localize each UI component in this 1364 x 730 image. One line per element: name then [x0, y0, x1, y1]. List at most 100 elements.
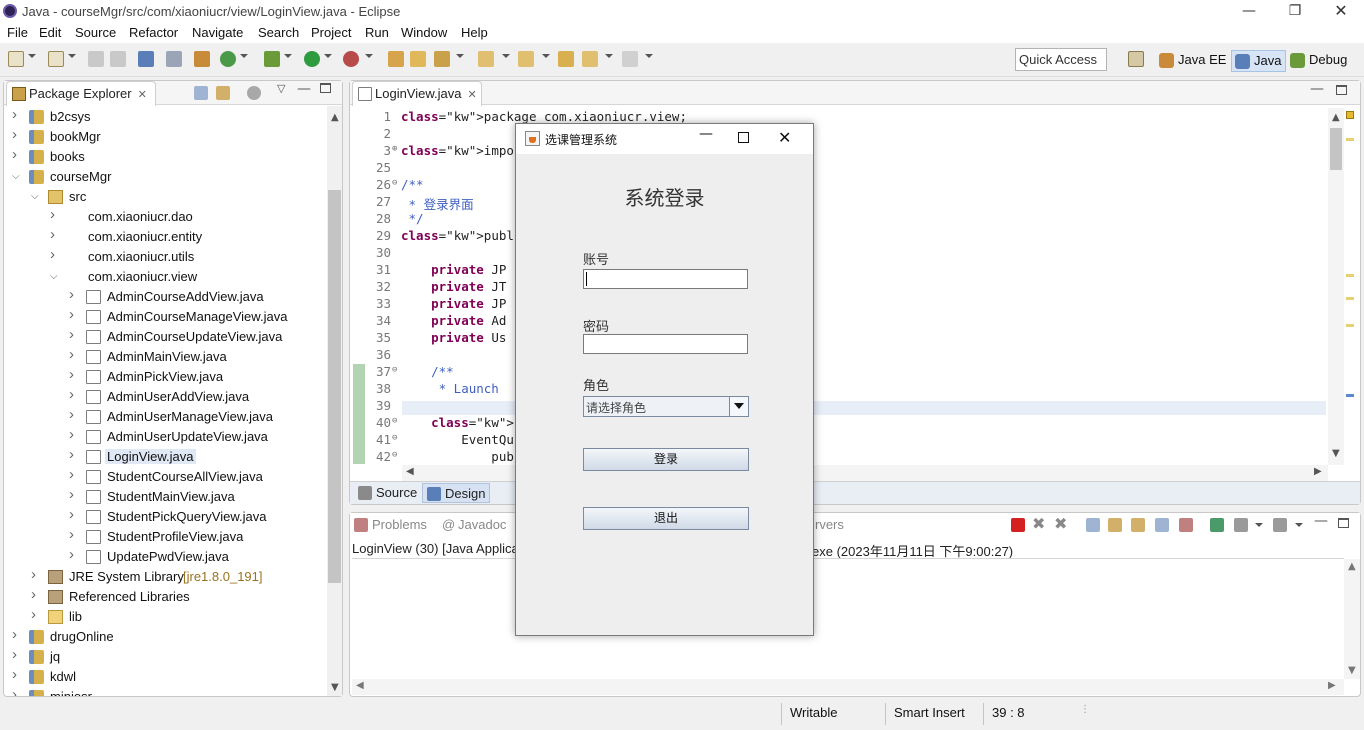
maximize-view-icon[interactable]: [320, 83, 331, 93]
code-line[interactable]: 25: [353, 160, 1328, 177]
fold-toggle-icon[interactable]: ⊖: [392, 178, 397, 188]
clear-console-icon[interactable]: [1086, 518, 1100, 532]
chevron-right-icon[interactable]: ›: [69, 446, 74, 463]
tab-source[interactable]: Source: [356, 485, 417, 500]
overview-marker[interactable]: [1346, 394, 1354, 397]
skip-breakpoints-icon[interactable]: [166, 51, 182, 67]
chevron-down-icon[interactable]: ⌵: [12, 171, 20, 182]
close-window-button[interactable]: ✕: [1318, 0, 1364, 22]
quick-access-input[interactable]: Quick Access: [1015, 48, 1107, 71]
menu-source[interactable]: Source: [75, 25, 116, 40]
perspective-java[interactable]: Java: [1231, 50, 1287, 72]
exit-button[interactable]: 退出: [583, 507, 749, 530]
chevron-right-icon[interactable]: ›: [50, 206, 55, 223]
new-wizard-icon[interactable]: [48, 51, 64, 67]
pin-console-icon[interactable]: [1210, 518, 1224, 532]
tab-problems[interactable]: Problems: [354, 517, 427, 532]
chevron-right-icon[interactable]: ›: [50, 226, 55, 243]
close-tab-icon[interactable]: ✕: [468, 89, 477, 101]
login-button[interactable]: 登录: [583, 448, 749, 471]
menu-help[interactable]: Help: [461, 25, 488, 40]
perspective-java-ee[interactable]: Java EE: [1156, 50, 1230, 72]
chevron-right-icon[interactable]: ›: [69, 506, 74, 523]
menu-run[interactable]: Run: [365, 25, 389, 40]
save-icon[interactable]: [88, 51, 104, 67]
run-icon[interactable]: [304, 51, 320, 67]
perspective-debug[interactable]: Debug: [1287, 50, 1351, 72]
code-line[interactable]: 30: [353, 245, 1328, 262]
account-input[interactable]: [583, 269, 748, 289]
menu-file[interactable]: File: [7, 25, 28, 40]
code-line[interactable]: 32 private JT: [353, 279, 1328, 296]
chevron-right-icon[interactable]: ›: [31, 566, 36, 583]
chevron-right-icon[interactable]: ›: [12, 106, 17, 123]
chevron-right-icon[interactable]: ›: [69, 346, 74, 363]
chevron-right-icon[interactable]: ›: [69, 406, 74, 423]
code-line[interactable]: 34 private Ad: [353, 313, 1328, 330]
chevron-right-icon[interactable]: ›: [69, 426, 74, 443]
fold-toggle-icon[interactable]: ⊖: [392, 365, 397, 375]
chevron-right-icon[interactable]: ›: [12, 646, 17, 663]
code-line[interactable]: 31 private JP: [353, 262, 1328, 279]
tree-scrollbar[interactable]: ▲ ▼: [327, 106, 342, 696]
dialog-minimize-button[interactable]: —: [691, 126, 721, 142]
role-select[interactable]: 请选择角色: [583, 396, 749, 417]
minimize-view-icon[interactable]: —: [297, 81, 311, 97]
code-line[interactable]: 36: [353, 347, 1328, 364]
forward-icon[interactable]: [622, 51, 638, 67]
fold-toggle-icon[interactable]: ⊖: [392, 433, 397, 443]
tab-design[interactable]: Design: [422, 483, 491, 503]
warning-marker[interactable]: [1346, 111, 1354, 119]
chevron-right-icon[interactable]: ›: [69, 366, 74, 383]
external-tools-icon[interactable]: [343, 51, 359, 67]
show-on-error-icon[interactable]: [1179, 518, 1193, 532]
filter-icon[interactable]: [247, 86, 261, 100]
overview-marker[interactable]: [1346, 138, 1354, 141]
open-folder-icon[interactable]: [410, 51, 426, 67]
code-line[interactable]: 28 */: [353, 211, 1328, 228]
terminate-icon[interactable]: [1011, 518, 1025, 532]
tab-package-explorer[interactable]: Package Explorer ✕: [6, 81, 156, 106]
menu-edit[interactable]: Edit: [39, 25, 61, 40]
code-line[interactable]: 27 * 登录界面: [353, 194, 1328, 212]
editor-scroll-thumb[interactable]: [1330, 128, 1342, 170]
chevron-right-icon[interactable]: ›: [12, 146, 17, 163]
code-line[interactable]: 42 ⊖ pub: [353, 449, 1328, 465]
build-icon[interactable]: [194, 51, 210, 67]
close-tab-icon[interactable]: ✕: [138, 89, 147, 101]
chevron-down-icon[interactable]: [729, 397, 748, 416]
chevron-down-icon[interactable]: ⌵: [31, 191, 39, 202]
refresh-icon[interactable]: [220, 51, 236, 67]
prev-annotation-icon[interactable]: [518, 51, 534, 67]
chevron-right-icon[interactable]: ›: [69, 466, 74, 483]
word-wrap-icon[interactable]: [1131, 518, 1145, 532]
tab-javadoc[interactable]: @ Javadoc: [440, 517, 506, 532]
maximize-console-icon[interactable]: [1338, 518, 1349, 528]
console-hscrollbar[interactable]: ◀ ▶: [352, 679, 1344, 695]
scroll-lock-icon[interactable]: [1108, 518, 1122, 532]
code-line[interactable]: 35 private Us: [353, 330, 1328, 347]
next-annotation-icon[interactable]: [478, 51, 494, 67]
fold-toggle-icon[interactable]: ⊕: [392, 144, 397, 154]
overview-marker[interactable]: [1346, 297, 1354, 300]
console-scrollbar[interactable]: ▲ ▼: [1344, 559, 1360, 679]
menu-project[interactable]: Project: [311, 25, 351, 40]
chevron-right-icon[interactable]: ›: [12, 666, 17, 683]
overview-marker[interactable]: [1346, 324, 1354, 327]
pen-icon[interactable]: [434, 51, 450, 67]
open-console-icon[interactable]: [1273, 518, 1287, 532]
display-console-icon[interactable]: [1234, 518, 1248, 532]
code-line[interactable]: 40⊖ class="kw">public sta: [353, 415, 1328, 432]
minimize-editor-icon[interactable]: —: [1310, 81, 1324, 97]
chevron-down-icon[interactable]: ⌵: [50, 271, 58, 282]
last-edit-icon[interactable]: [558, 51, 574, 67]
code-line[interactable]: 29class="kw">public class L: [353, 228, 1328, 245]
menu-navigate[interactable]: Navigate: [192, 25, 243, 40]
open-type-icon[interactable]: [388, 51, 404, 67]
new-icon[interactable]: [8, 51, 24, 67]
chevron-right-icon[interactable]: ›: [50, 246, 55, 263]
save-all-icon[interactable]: [110, 51, 126, 67]
code-line[interactable]: 3 ⊕ class="kw">import java.aw: [353, 143, 1328, 160]
chevron-right-icon[interactable]: ›: [69, 526, 74, 543]
minimize-button[interactable]: —: [1226, 0, 1272, 22]
